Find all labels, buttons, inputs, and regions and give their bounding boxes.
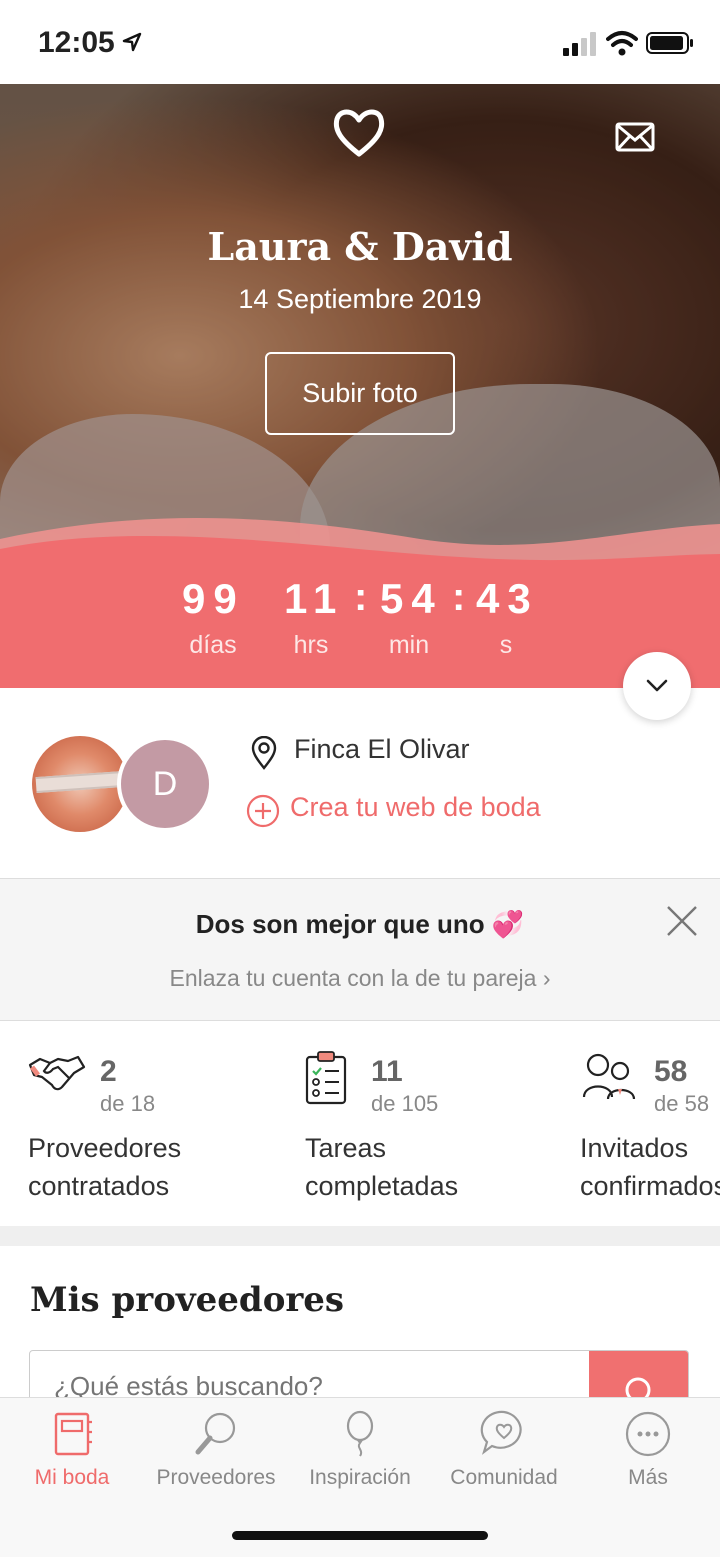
guests-icon (582, 1053, 636, 1100)
heart-logo-icon (333, 109, 385, 157)
stat-tasks-label: Tareas (305, 1133, 387, 1163)
balloon-icon (346, 1410, 374, 1457)
location-pin-icon (251, 736, 277, 770)
stat-providers-label: Proveedores (28, 1133, 182, 1163)
tab-label: Inspiración (309, 1466, 411, 1489)
venue-name[interactable]: Finca El Olivar (294, 734, 470, 765)
countdown-minutes-label: min (388, 631, 430, 659)
stat-guests-total: de 58 (654, 1091, 710, 1116)
notebook-icon (54, 1412, 92, 1456)
clipboard-icon (305, 1051, 347, 1105)
tab-inspiracion[interactable]: Inspiración (288, 1408, 432, 1490)
tab-label: Más (628, 1466, 668, 1489)
section-divider (0, 1226, 720, 1246)
handshake-icon (28, 1055, 86, 1091)
collapse-button[interactable] (623, 652, 691, 720)
partner-avatar[interactable]: D (117, 736, 213, 832)
partner-banner-link[interactable]: Enlaza tu cuenta con la de tu pareja › (0, 965, 720, 992)
tab-comunidad[interactable]: Comunidad (432, 1408, 576, 1490)
countdown-days: 99 (182, 575, 245, 622)
countdown-hours: 11 (284, 575, 345, 622)
stat-providers-label-2: contratados (28, 1171, 170, 1201)
stat-guests-label: Invitados (580, 1133, 689, 1163)
stat-guests-value: 58 (654, 1055, 688, 1088)
tab-proveedores[interactable]: Proveedores (144, 1408, 288, 1490)
magnifier-icon (195, 1412, 236, 1455)
upload-photo-button[interactable]: Subir foto (265, 352, 455, 435)
stats-row: 2 de 18 Proveedores contratados 11 de 10… (0, 1021, 720, 1226)
stat-providers-total: de 18 (100, 1091, 156, 1116)
tab-mas[interactable]: Más (576, 1408, 720, 1490)
couple-info: D Finca El Olivar Crea tu web de boda (0, 688, 720, 878)
more-icon (625, 1411, 671, 1457)
couple-names: Laura & David (207, 224, 513, 269)
battery-icon (646, 32, 693, 54)
tab-label: Comunidad (450, 1466, 558, 1489)
close-icon[interactable] (664, 903, 700, 939)
countdown-seconds: 43 (476, 575, 539, 622)
cellular-signal-icon (563, 32, 596, 56)
location-arrow-icon (122, 32, 142, 52)
chat-heart-icon (480, 1410, 522, 1455)
home-indicator (232, 1531, 488, 1540)
tab-label: Proveedores (156, 1466, 276, 1489)
stat-providers-value: 2 (100, 1055, 117, 1088)
stat-tasks-label-2: completadas (305, 1171, 459, 1201)
countdown-minutes: 54 (380, 575, 443, 622)
stat-tasks-total: de 105 (371, 1091, 439, 1116)
partner-banner-title: Dos son mejor que uno 💞 (195, 909, 525, 939)
chevron-down-icon (646, 679, 668, 692)
countdown: 99 11 : 54 : 43 días hrs min s (182, 575, 539, 659)
wedding-date: 14 Septiembre 2019 (238, 284, 482, 314)
tab-label: Mi boda (34, 1466, 110, 1489)
status-time: 12:05 (38, 26, 115, 59)
countdown-hours-label: hrs (293, 631, 329, 659)
stat-guests-label-2: confirmados (580, 1171, 720, 1201)
ring-avatar[interactable] (32, 736, 128, 832)
mail-icon[interactable] (615, 122, 655, 152)
countdown-seconds-label: s (499, 631, 513, 659)
providers-section-title: Mis proveedores (30, 1280, 345, 1320)
countdown-days-label: días (189, 631, 237, 659)
wifi-icon (606, 31, 638, 56)
create-wedding-web-link[interactable]: Crea tu web de boda (290, 792, 541, 823)
add-circle-icon[interactable] (246, 794, 280, 828)
stat-tasks-value: 11 (371, 1055, 403, 1088)
tab-mi-boda[interactable]: Mi boda (0, 1408, 144, 1490)
partner-link-banner[interactable]: Dos son mejor que uno 💞 Enlaza tu cuenta… (0, 878, 720, 1021)
status-bar: 12:05 (0, 0, 720, 84)
